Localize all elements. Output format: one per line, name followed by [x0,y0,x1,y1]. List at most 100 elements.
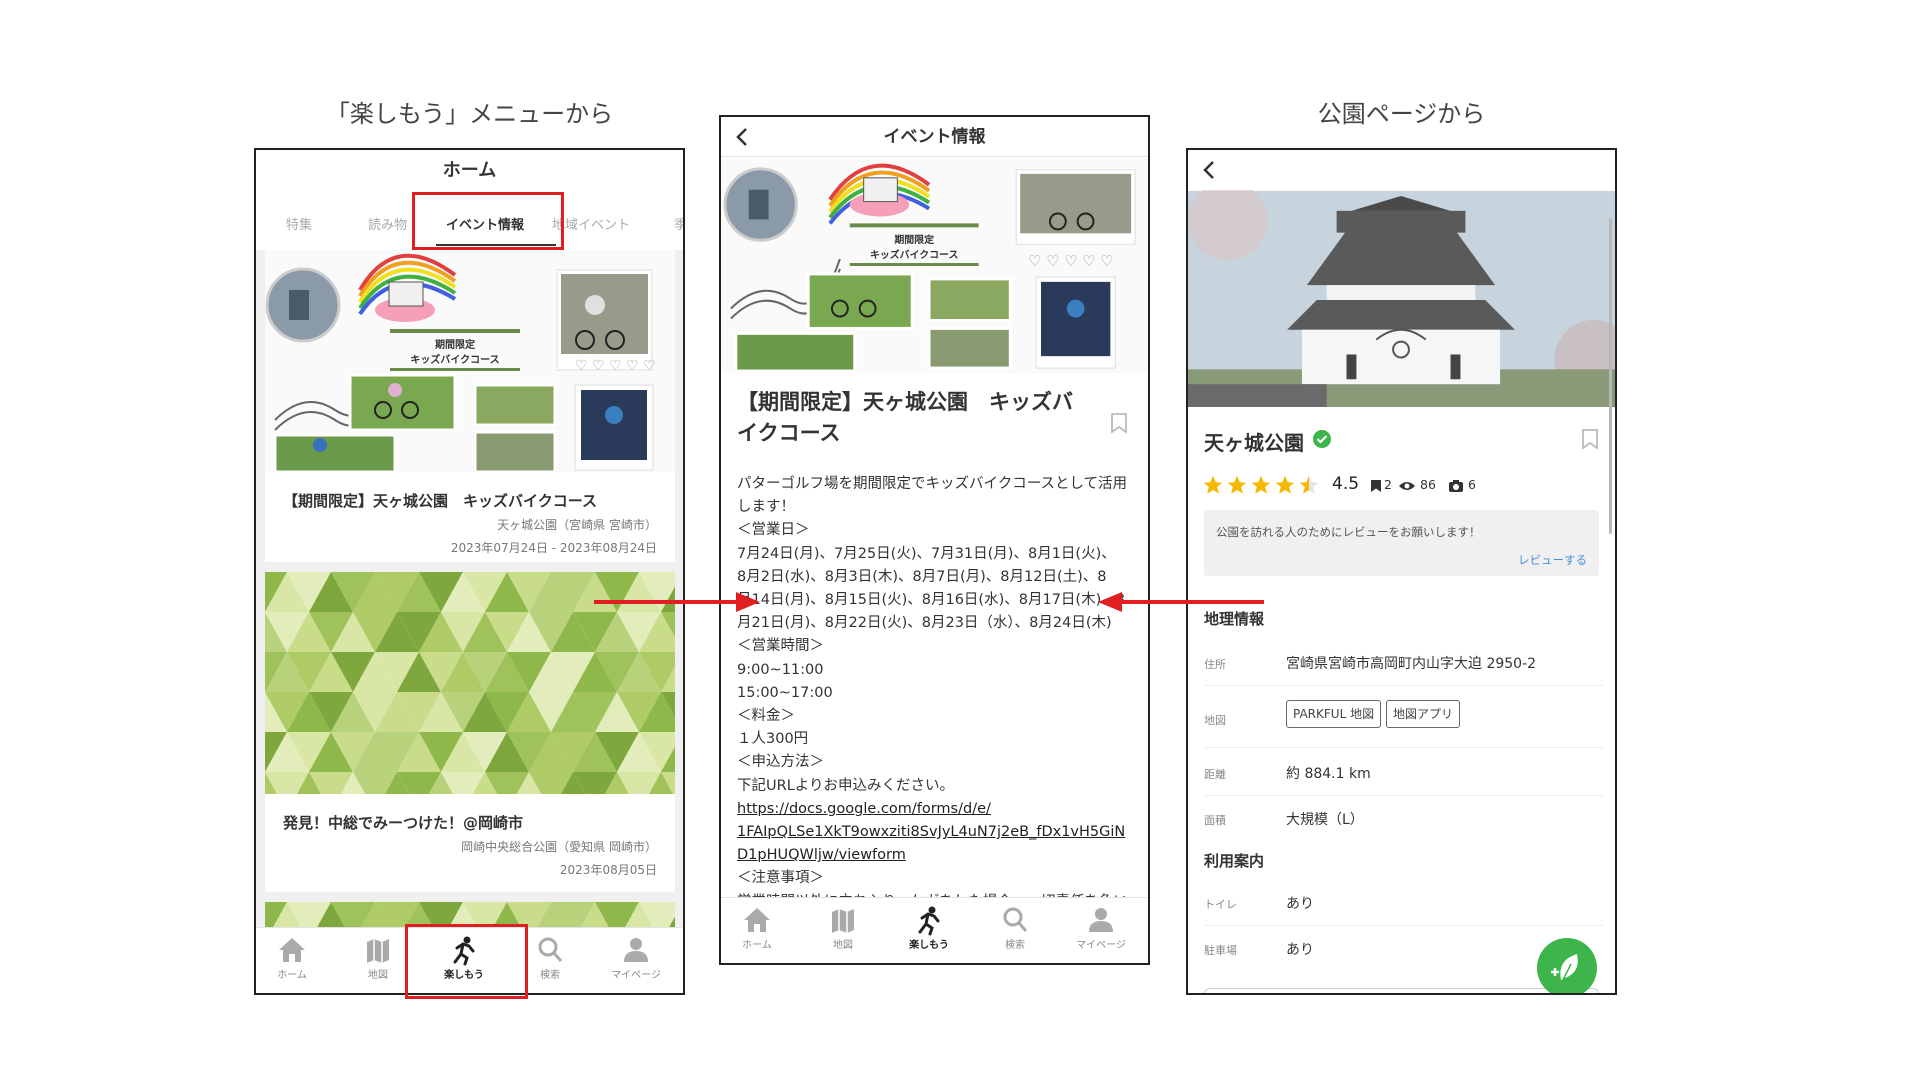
nav-search[interactable]: 検索 [980,904,1050,951]
map-app-button[interactable]: 地図アプリ [1386,700,1461,728]
application-form-link[interactable]: 1FAIpQLSe1XkT9owxziti8SvJyL4uN7j2eB_fDx1… [737,821,1137,844]
photo-count: 6 [1468,477,1476,492]
map-label: 地図 [1204,714,1226,727]
event-card-location: 天ヶ城公園（宮崎県 宮崎市） [497,518,657,532]
address-label: 住所 [1204,658,1226,671]
bookmark-icon[interactable] [1581,428,1599,450]
running-person-icon [918,906,940,936]
tab-reading[interactable]: 読み物 [368,214,407,233]
view-count: 86 [1420,477,1436,492]
leaf-plus-icon [1551,954,1578,981]
phone-park-page-screen: 天ヶ城公園 4.5 2 86 6 公園を訪れる人のためにレビューをお願いします！… [1186,148,1617,995]
rating-bar: 4.5 2 86 6 [1202,474,1602,498]
area-row: 面積 大規模（L） [1204,798,1604,842]
home-icon [744,908,770,932]
nav-mypage[interactable]: マイページ [601,934,671,981]
event-card-title: 【期間限定】天ヶ城公園 キッズバイクコース [283,492,597,510]
svg-text:キッズバイクコース: キッズバイクコース [410,353,499,366]
camera-icon [1449,480,1463,492]
event-card[interactable]: 発見！中総でみーつけた！@岡崎市 岡崎中央総合公園（愛知県 岡崎市） 2023年… [265,572,675,892]
tab-feature[interactable]: 特集 [286,214,312,233]
map-icon [832,909,854,933]
application-form-link[interactable]: D1pHUQWljw/viewform [737,844,1137,867]
person-icon [1089,908,1113,932]
nav-home[interactable]: ホーム [257,934,327,981]
svg-text:♡ ♡ ♡ ♡ ♡: ♡ ♡ ♡ ♡ ♡ [575,358,656,374]
nav-map[interactable]: 地図 [808,904,878,951]
area-value: 大規模（L） [1286,812,1364,828]
description-line: 7月24日(月)、7月25日(火)、7月31日(月)、8月1日(火)、 [737,545,1116,562]
tab-season[interactable]: 季 [674,214,683,233]
svg-text:♡ ♡ ♡ ♡ ♡: ♡ ♡ ♡ ♡ ♡ [1028,252,1114,270]
rating-value: 4.5 [1332,474,1360,494]
address-row: 住所 宮崎県宮崎市高岡町内山字大迫 2950-2 [1204,642,1604,686]
svg-text:期間限定: 期間限定 [435,338,475,351]
parkful-map-button[interactable]: PARKFUL 地図 [1286,700,1382,728]
map-row: 地図 PARKFUL 地図 地図アプリ [1204,694,1604,748]
eye-icon [1399,482,1415,490]
nav-label: ホーム [277,970,307,981]
caption-park-page: 公園ページから [1317,100,1486,128]
description-line: ＜営業時間＞ [737,638,824,655]
description-line: ＜申込方法＞ [737,754,824,771]
nav-label: 検索 [1005,940,1025,951]
event-card-date: 2023年08月05日 [559,863,657,877]
nav-mypage[interactable]: マイページ [1066,904,1136,951]
page-title: イベント情報 [721,117,1148,157]
phone-event-detail-screen: イベント情報 期間限定 キッズバイクコース ♡ ♡ ♡ ♡ ♡ 【期間限定】天ヶ… [719,115,1150,965]
event-card[interactable]: 期間限定 キッズバイクコース ♡ ♡ ♡ ♡ ♡ 【期間限定】天ヶ城公園 キッズ… [265,250,675,562]
review-prompt-text: 公園を訪れる人のためにレビューをお願いします！ [1216,525,1481,539]
nav-label: マイページ [1076,940,1126,951]
home-icon [279,938,305,962]
search-icon [538,937,563,962]
nav-enjoy[interactable]: 楽しもう [894,904,964,951]
toilet-label: トイレ [1204,898,1237,911]
bookmark-count: 2 [1384,477,1392,492]
map-icon [367,939,389,963]
nav-home[interactable]: ホーム [722,904,792,951]
arrow-right-icon [594,592,760,612]
star-icon [1227,475,1247,494]
description-line: パターゴルフ場を期間限定でキッズバイクコースとして活用 [737,476,1128,492]
kids-bike-collage-image: 期間限定 キッズバイクコース ♡ ♡ ♡ ♡ ♡ [721,159,1148,373]
highlight-enjoy-nav [405,924,528,999]
park-header [1188,150,1615,190]
nav-map[interactable]: 地図 [343,934,413,981]
back-arrow-icon[interactable] [1198,158,1222,182]
event-card-title: 発見！中総でみーつけた！@岡崎市 [283,814,524,832]
event-title: 【期間限定】天ヶ城公園 キッズバイクコース [737,390,1073,445]
back-arrow-icon[interactable] [731,125,755,149]
scrollbar[interactable] [1609,218,1612,534]
application-form-link[interactable]: https://docs.google.com/forms/d/e/ [737,798,1137,821]
castle-photo [1188,190,1615,407]
svg-text:期間限定: 期間限定 [894,233,934,246]
description-line: ＜注意事項＞ [737,870,824,887]
nav-label: 楽しもう [909,940,949,951]
toilet-row: トイレ あり [1204,882,1604,926]
description-line: 下記URLよりお申込みください。 [737,777,954,794]
description-line: 8月2日(水)、8月3日(木)、8月7日(月)、8月12日(土)、8 [737,568,1107,585]
toilet-value: あり [1286,896,1314,912]
description-line: １人300円 [737,731,809,748]
arrow-left-icon [1098,592,1264,612]
add-post-button[interactable] [1537,938,1597,993]
description-line: 9:00~11:00 [737,661,824,678]
area-label: 面積 [1204,814,1226,827]
address-value: 宮崎県宮崎市高岡町内山字大迫 2950-2 [1286,656,1537,672]
star-icon [1275,475,1295,494]
page-title: ホーム [442,160,497,181]
parking-value: あり [1286,942,1314,958]
write-review-link[interactable]: レビューする [1518,552,1587,568]
bookmark-icon[interactable] [1110,412,1128,434]
header-title-text: イベント情報 [883,127,986,147]
event-card-date: 2023年07月24日 - 2023年08月24日 [450,541,657,555]
nav-label: 地図 [833,940,853,951]
description-line: 月14日(月)、8月15日(火)、8月16日(水)、8月17日(木)、8 [737,592,1125,609]
person-icon [624,938,648,962]
description-line: します！ [737,499,795,516]
event-card-location: 岡崎中央総合公園（愛知県 岡崎市） [461,840,657,854]
usage-section-heading: 利用案内 [1204,852,1265,870]
description-line: ＜営業日＞ [737,522,810,539]
nav-label: マイページ [611,970,661,981]
search-icon [1003,907,1028,932]
